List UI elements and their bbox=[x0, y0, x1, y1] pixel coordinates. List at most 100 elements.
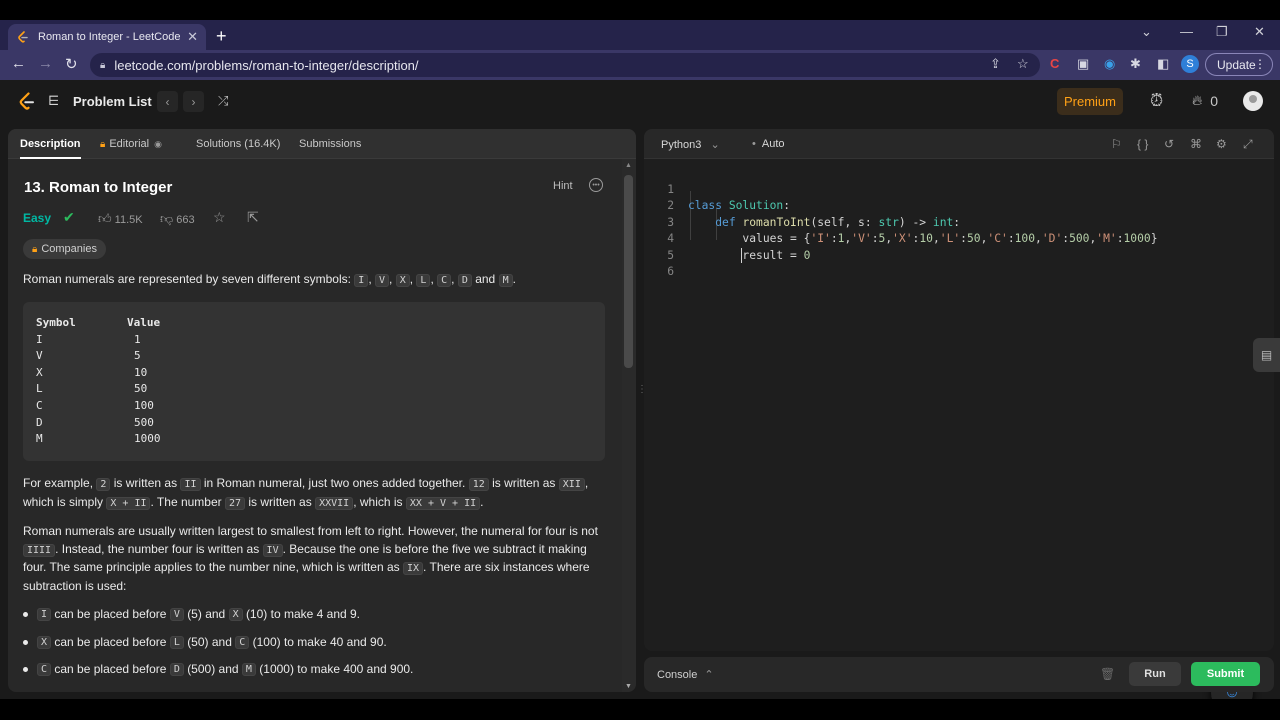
table-cell-value: 100 bbox=[134, 398, 154, 412]
extension-circle-icon[interactable]: ◉ bbox=[1104, 56, 1115, 72]
reset-icon[interactable]: ↺ bbox=[1164, 137, 1174, 151]
close-window-icon[interactable]: ✕ bbox=[1254, 24, 1265, 40]
bookmark-icon[interactable]: ⚐ bbox=[1111, 137, 1122, 151]
table-row: X 10 bbox=[36, 366, 592, 383]
run-button[interactable]: Run bbox=[1129, 662, 1181, 686]
clear-trash-icon[interactable]: 🗑︎ bbox=[1100, 667, 1115, 681]
prev-problem-button[interactable]: ‹ bbox=[157, 91, 178, 112]
tab-solutions[interactable]: Solutions (16.4K) bbox=[196, 129, 280, 159]
example-text: For example, bbox=[23, 476, 94, 490]
scroll-down-icon[interactable]: ▼ bbox=[625, 683, 632, 690]
list-item: X can be placed before L (50) and C (100… bbox=[23, 635, 387, 649]
example-text: is written as bbox=[113, 476, 178, 490]
list-text: can be placed before bbox=[54, 662, 167, 676]
line-number: 6 bbox=[667, 265, 674, 278]
share-icon[interactable]: ⇱ bbox=[247, 209, 259, 226]
subtraction-paragraph: Roman numerals are usually written large… bbox=[23, 523, 608, 595]
table-row: M 1000 bbox=[36, 432, 592, 449]
console-toggle[interactable]: Console ⌃ bbox=[657, 668, 714, 681]
fullscreen-icon[interactable]: ⤢ bbox=[1243, 137, 1253, 152]
difficulty-badge: Easy bbox=[23, 211, 52, 225]
problem-list-link[interactable]: Problem List bbox=[73, 94, 152, 109]
settings-gear-icon[interactable]: ⚙ bbox=[1216, 137, 1227, 151]
forward-icon[interactable]: → bbox=[38, 55, 53, 72]
tab-submissions[interactable]: Submissions bbox=[299, 129, 361, 159]
language-select[interactable]: Python3 ⌄ bbox=[661, 138, 720, 151]
list-text: (50) and bbox=[187, 635, 232, 649]
description-tabs: Description 🔒︎ Editorial ◉ Solutions (16.4… bbox=[8, 129, 636, 159]
inline-code: IX bbox=[402, 562, 424, 575]
url-text: leetcode.com/problems/roman-to-integer/d… bbox=[114, 57, 419, 73]
browser-tab-title: Roman to Integer - LeetCode bbox=[38, 31, 181, 43]
dislike-button[interactable]: 👎︎ 663 bbox=[160, 211, 195, 227]
list-text: (1000) to make 400 and 900. bbox=[259, 662, 414, 676]
language-label: Python3 bbox=[661, 139, 702, 151]
like-button[interactable]: 👍︎ 11.5K bbox=[98, 211, 143, 227]
editor-toolbar: Python3 ⌄ • Auto ⚐ { } ↺ ⌘ ⚙ ⤢ bbox=[644, 129, 1274, 159]
bullet-dot bbox=[23, 639, 28, 645]
extensions-puzzle-icon[interactable]: ✱ bbox=[1130, 56, 1141, 72]
new-tab-icon[interactable]: + bbox=[216, 26, 227, 47]
share-icon[interactable]: ⇪ bbox=[990, 56, 1001, 72]
extension-c-icon[interactable]: C bbox=[1050, 56, 1059, 71]
list-text: (5) and bbox=[187, 607, 226, 621]
reload-icon[interactable]: ↻ bbox=[65, 55, 78, 73]
console-bar: Console ⌃ 🗑︎ Run Submit bbox=[644, 657, 1274, 692]
next-problem-button[interactable]: › bbox=[183, 91, 204, 112]
auto-mode-toggle[interactable]: • Auto bbox=[752, 138, 785, 150]
browser-tab[interactable]: Roman to Integer - LeetCode ✕ bbox=[8, 24, 206, 50]
submit-button[interactable]: Submit bbox=[1191, 662, 1260, 686]
tab-description[interactable]: Description bbox=[20, 129, 81, 159]
problem-list-icon[interactable]: ⋿ bbox=[48, 93, 59, 109]
shortcut-icon[interactable]: ⌘ bbox=[1190, 137, 1202, 151]
timer-icon[interactable]: ⏰︎ bbox=[1150, 91, 1163, 111]
extension-image-icon[interactable]: ▣ bbox=[1077, 56, 1089, 72]
restore-icon[interactable]: ❐ bbox=[1216, 24, 1228, 40]
description-scrollbar[interactable]: ▲ ▼ bbox=[622, 159, 636, 692]
more-vert-icon[interactable]: ⋮ bbox=[1254, 57, 1266, 71]
hint-button[interactable]: Hint bbox=[553, 180, 573, 192]
inline-code: M bbox=[241, 662, 256, 676]
notes-side-icon[interactable]: ▤ bbox=[1253, 338, 1280, 372]
format-braces-icon[interactable]: { } bbox=[1137, 137, 1148, 151]
user-avatar[interactable] bbox=[1243, 91, 1263, 111]
inline-code: IIII bbox=[23, 543, 56, 557]
tab-search-icon[interactable]: ⌄ bbox=[1141, 24, 1152, 40]
random-problem-icon[interactable]: ⤮ bbox=[218, 93, 228, 109]
auto-mode-label: Auto bbox=[761, 138, 785, 150]
table-row: V5 bbox=[36, 349, 592, 366]
list-text: (10) to make 4 and 9. bbox=[245, 607, 361, 621]
minimize-icon[interactable]: — bbox=[1180, 24, 1193, 39]
code-editor[interactable]: 1 class Solution: 2 def romanToInt(self,… bbox=[644, 159, 1274, 651]
scroll-up-icon[interactable]: ▲ bbox=[625, 162, 632, 169]
example-paragraph: For example, 2 is written as II in Roman… bbox=[23, 475, 608, 512]
premium-button[interactable]: Premium bbox=[1057, 88, 1123, 115]
bookmark-star-icon[interactable]: ☆ bbox=[1017, 56, 1029, 72]
subtraction-text: . Instead, the number four is written as bbox=[55, 541, 260, 556]
code-line: 4 result = 0 bbox=[644, 215, 810, 262]
streak-counter[interactable]: 🔥︎ 0 bbox=[1192, 92, 1218, 109]
close-tab-icon[interactable]: ✕ bbox=[187, 29, 198, 45]
table-row: I1 bbox=[36, 333, 592, 350]
scrollbar-thumb[interactable] bbox=[624, 175, 633, 368]
inline-code: X bbox=[37, 635, 52, 649]
code-line: 1 class Solution: bbox=[644, 165, 790, 213]
companies-tag[interactable]: 🔒︎ Companies bbox=[23, 239, 106, 259]
table-cell-symbol: V bbox=[36, 349, 43, 363]
hint-more-icon[interactable]: ••• bbox=[589, 178, 603, 192]
subtraction-text: Roman numerals are usually written large… bbox=[23, 524, 598, 538]
back-icon[interactable]: ← bbox=[11, 55, 26, 72]
symbol-code: L bbox=[416, 274, 431, 287]
sidepanel-icon[interactable]: ◧ bbox=[1157, 56, 1169, 72]
update-button[interactable]: Update ⋮ bbox=[1205, 53, 1273, 76]
inline-code: 12 bbox=[468, 478, 489, 491]
inline-code: II bbox=[180, 478, 201, 491]
profile-avatar[interactable]: S bbox=[1181, 55, 1199, 73]
address-bar[interactable]: 🔒︎ leetcode.com/problems/roman-to-intege… bbox=[90, 53, 1040, 77]
table-cell-symbol: L bbox=[36, 382, 43, 396]
leetcode-logo-icon[interactable] bbox=[18, 92, 36, 112]
example-text: is written as bbox=[248, 494, 312, 509]
table-cell-symbol: M bbox=[36, 432, 43, 446]
tab-editorial[interactable]: 🔒︎ Editorial ◉ bbox=[100, 129, 162, 159]
favorite-star-icon[interactable]: ☆ bbox=[213, 209, 226, 226]
